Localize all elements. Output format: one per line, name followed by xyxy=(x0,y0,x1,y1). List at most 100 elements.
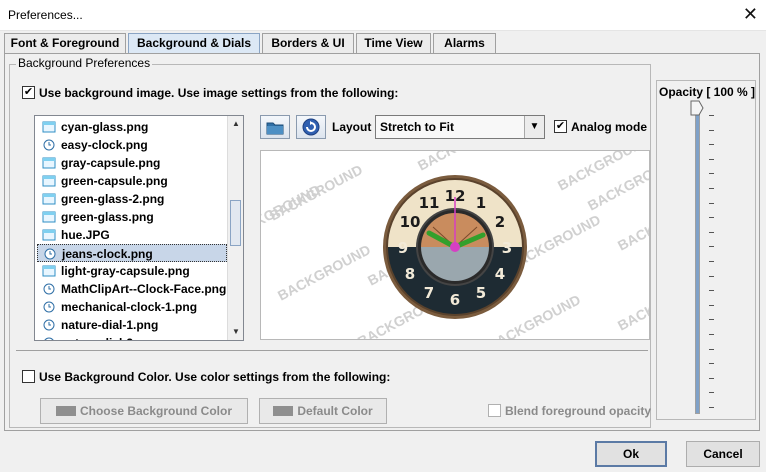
analog-mode-checkbox[interactable]: ✔ xyxy=(554,120,567,133)
slider-tick xyxy=(709,246,714,248)
clock-file-icon xyxy=(44,337,54,340)
tab-font-foreground[interactable]: Font & Foreground xyxy=(4,33,126,53)
file-name: green-glass.png xyxy=(61,210,154,224)
file-name: MathClipArt--Clock-Face.png xyxy=(61,282,227,296)
background-preferences-group: Background Preferences ✔ Use background … xyxy=(9,56,651,428)
close-icon[interactable]: ✕ xyxy=(743,4,758,24)
file-name: mechanical-clock-1.png xyxy=(61,300,198,314)
list-item[interactable]: cyan-glass.png xyxy=(37,118,227,136)
background-preview: BACKGROUND BACKGROUND BACKGROUND BACKGROUND… xyxy=(260,150,650,340)
slider-tick xyxy=(709,144,714,146)
image-file-icon xyxy=(42,265,56,277)
file-name: nature-dial-1.png xyxy=(61,318,159,332)
title-bar: Preferences... ✕ xyxy=(0,0,766,31)
watermark-text: BACKGROUND xyxy=(615,271,649,333)
opacity-slider-thumb[interactable] xyxy=(690,100,704,116)
list-item[interactable]: green-capsule.png xyxy=(37,172,227,190)
slider-tick xyxy=(709,115,714,116)
clock-number: 9 xyxy=(398,239,408,257)
slider-tick xyxy=(709,217,714,219)
list-item[interactable]: mechanical-clock-1.png xyxy=(37,298,227,316)
use-bg-image-checkbox[interactable]: ✔ xyxy=(22,86,35,99)
slider-tick xyxy=(709,275,714,277)
opacity-slider-fill xyxy=(696,115,699,413)
use-bg-image-label: Use background image. Use image settings… xyxy=(39,86,399,100)
tab-alarms[interactable]: Alarms xyxy=(433,33,496,53)
slider-tick xyxy=(709,202,714,204)
slider-tick xyxy=(709,304,714,306)
clock-number: 5 xyxy=(476,284,486,302)
clock-file-icon xyxy=(43,301,55,313)
scroll-down-arrow-icon[interactable]: ▼ xyxy=(228,324,243,340)
tab-borders-ui[interactable]: Borders & UI xyxy=(262,33,354,53)
image-file-icon xyxy=(42,229,56,241)
slider-tick xyxy=(709,334,714,335)
clock-number: 10 xyxy=(400,213,421,231)
color-swatch xyxy=(55,406,76,416)
default-color-label: Default Color xyxy=(297,404,373,418)
slider-tick xyxy=(709,392,714,394)
slider-tick xyxy=(709,348,714,350)
clock-center xyxy=(450,242,460,252)
use-bg-color-label: Use Background Color. Use color settings… xyxy=(39,370,391,384)
layout-combobox[interactable]: Stretch to Fit ▼ xyxy=(375,115,545,139)
analog-mode-label: Analog mode xyxy=(571,120,648,134)
list-item[interactable]: nature-dial-2.png xyxy=(37,334,227,340)
list-item[interactable]: jeans-clock.png xyxy=(37,244,227,262)
image-file-icon xyxy=(42,193,56,205)
slider-tick xyxy=(709,129,714,131)
slider-tick xyxy=(709,261,714,262)
file-name: green-capsule.png xyxy=(61,174,168,188)
list-scrollbar[interactable]: ▲ ▼ xyxy=(227,116,243,340)
scroll-thumb[interactable] xyxy=(230,200,241,246)
clock-file-icon xyxy=(43,319,55,331)
tab-background-dials[interactable]: Background & Dials xyxy=(128,33,260,54)
refresh-button[interactable] xyxy=(296,115,326,139)
watermark-text: BACKGROUND xyxy=(615,191,649,253)
file-name: cyan-glass.png xyxy=(61,120,149,134)
list-item[interactable]: green-glass-2.png xyxy=(37,190,227,208)
list-item[interactable]: light-gray-capsule.png xyxy=(37,262,227,280)
slider-tick xyxy=(709,158,714,160)
default-color-button[interactable]: Default Color xyxy=(259,398,387,424)
clock-number: 8 xyxy=(405,265,415,283)
image-file-icon xyxy=(42,121,56,133)
list-item[interactable]: MathClipArt--Clock-Face.png xyxy=(37,280,227,298)
file-name: jeans-clock.png xyxy=(62,247,153,261)
use-bg-color-checkbox[interactable] xyxy=(22,370,35,383)
refresh-icon xyxy=(302,118,320,136)
ok-button[interactable]: Ok xyxy=(595,441,667,467)
preview-canvas: BACKGROUND BACKGROUND BACKGROUND BACKGROUND… xyxy=(261,151,649,339)
open-folder-button[interactable] xyxy=(260,115,290,139)
list-item[interactable]: hue.JPG xyxy=(37,226,227,244)
clock-file-icon xyxy=(43,283,55,295)
cancel-button[interactable]: Cancel xyxy=(686,441,760,467)
image-file-icon xyxy=(42,175,56,187)
list-item[interactable]: gray-capsule.png xyxy=(37,154,227,172)
opacity-label: Opacity [ 100 % ] xyxy=(659,85,756,99)
slider-tick xyxy=(709,377,714,379)
blend-opacity-checkbox[interactable] xyxy=(488,404,501,417)
clock-number: 11 xyxy=(419,194,440,212)
clock-number: 7 xyxy=(424,284,434,302)
list-item[interactable]: easy-clock.png xyxy=(37,136,227,154)
clock-number: 3 xyxy=(502,239,512,257)
clock-dial-image: 12 1234567891011 xyxy=(383,175,527,319)
slider-tick xyxy=(709,290,714,292)
layout-label: Layout xyxy=(332,120,372,134)
slider-tick xyxy=(709,319,714,321)
color-swatch xyxy=(273,406,294,416)
list-item[interactable]: nature-dial-1.png xyxy=(37,316,227,334)
window-title: Preferences... xyxy=(8,8,83,22)
choose-bg-color-button[interactable]: Choose Background Color xyxy=(40,398,248,424)
list-item[interactable]: green-glass.png xyxy=(37,208,227,226)
chevron-down-icon[interactable]: ▼ xyxy=(524,116,544,138)
slider-tick xyxy=(709,231,714,233)
slider-tick xyxy=(709,173,714,175)
image-file-list[interactable]: cyan-glass.png easy-clock.png gray-capsule… xyxy=(34,115,244,341)
scroll-up-arrow-icon[interactable]: ▲ xyxy=(228,116,243,132)
opacity-panel: Opacity [ 100 % ] xyxy=(656,80,756,420)
tab-panel: Background Preferences ✔ Use background … xyxy=(4,53,760,431)
image-file-icon xyxy=(42,211,56,223)
tab-time-view[interactable]: Time View xyxy=(356,33,431,53)
